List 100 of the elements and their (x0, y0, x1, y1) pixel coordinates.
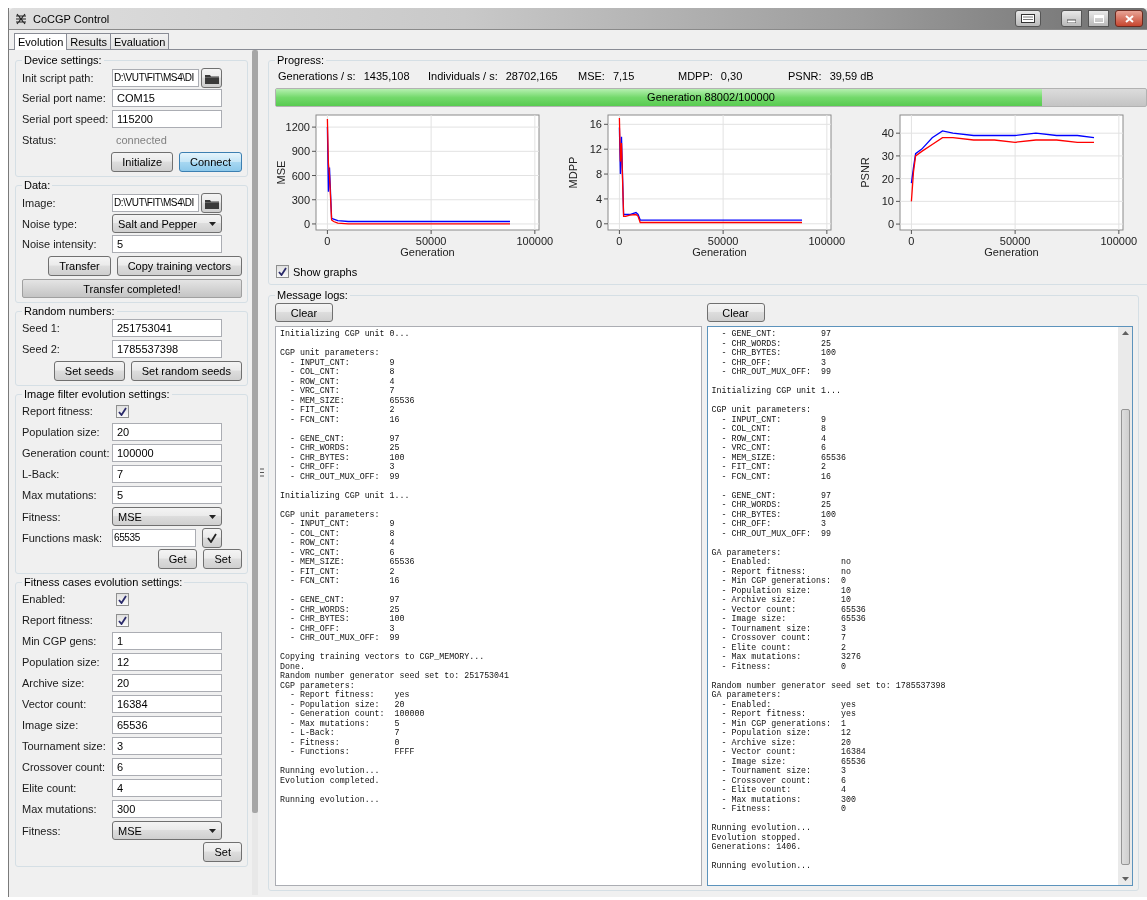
log-line: Random number generator seed set to: 1785537398 (711, 680, 947, 690)
button[interactable]: Copy training vectors (116, 256, 242, 276)
field-label: L-Back: (22, 468, 61, 480)
field-label: Serial port name: (22, 92, 107, 104)
text-field[interactable]: 3 (112, 737, 222, 755)
text-field[interactable]: 115200 (112, 110, 222, 128)
text-field[interactable]: 12 (112, 653, 222, 671)
log-line: - Min CGP generations: 1 (720, 718, 847, 728)
log-line: - CHR_BYTES: 100 (720, 509, 837, 519)
log-line: - Image size: 65536 (720, 756, 867, 766)
stat-label: MSE: (578, 70, 605, 82)
text-field[interactable]: 20 (112, 674, 222, 692)
field-label: Tournament size: (22, 740, 107, 752)
button[interactable]: Transfer (48, 256, 111, 276)
text-field[interactable]: 65536 (112, 716, 222, 734)
tick-label: 20 (881, 172, 894, 185)
log-line: - CHR_BYTES: 100 (288, 452, 406, 462)
tick-label: 1200 (285, 121, 310, 134)
text-field[interactable]: 4 (112, 779, 222, 797)
stat-label: MDPP: (678, 70, 713, 82)
dropdown[interactable]: Salt and Pepper (112, 214, 222, 233)
log-line: Initializing CGP unit 1... (711, 386, 842, 396)
button[interactable]: Set (203, 549, 242, 569)
tick-label: 0 (908, 235, 915, 247)
button[interactable]: Set (203, 842, 242, 862)
path-field[interactable]: D:\VUT\FIT\MS4\DI (112, 69, 199, 87)
clear-button[interactable]: Clear (275, 303, 333, 322)
text-field[interactable]: 16384 (112, 695, 222, 713)
field-label: Status: (22, 134, 58, 146)
log-line: GA parameters: (711, 547, 783, 557)
text-field[interactable]: 5 (112, 486, 222, 504)
tab[interactable]: Evolution (14, 33, 68, 50)
progress-text: Generation 88002/100000 (646, 91, 776, 103)
log-line: - CHR_OUT_MUX_OFF: 99 (720, 367, 832, 377)
tick-label: 0 (303, 217, 310, 230)
group-title: Random numbers: (23, 305, 116, 318)
stat-label: Individuals / s: (428, 70, 498, 82)
log-line: - CHR_WORDS: 25 (288, 443, 401, 453)
field-label: Noise type: (22, 217, 79, 230)
log-line: - Tournament size: 3 (720, 623, 847, 633)
button[interactable]: Initialize (111, 152, 173, 172)
log-line: - Vector count: 16384 (720, 747, 867, 757)
log-line: CGP unit parameters: (711, 405, 813, 415)
group-title: Image filter evolution settings: (23, 388, 171, 401)
stat-label: PSNR: (788, 70, 822, 82)
text-field[interactable]: 7 (112, 465, 222, 483)
log-line: - ROW_CNT: 4 (288, 538, 396, 548)
clear-button[interactable]: Clear (706, 303, 765, 322)
tick-label: 12 (589, 143, 602, 156)
tab[interactable]: Evaluation (109, 33, 170, 49)
log-line: - COL_CNT: 8 (288, 367, 396, 377)
dropdown[interactable]: MSE (112, 821, 222, 840)
field-label: Enabled: (22, 593, 67, 605)
log-line: - FIT_CNT: 2 (720, 462, 828, 472)
log-line: - ROW_CNT: 4 (288, 376, 396, 386)
log-line: - CHR_BYTES: 100 (288, 614, 406, 624)
log-line: - FCN_CNT: 16 (288, 414, 401, 424)
button[interactable]: Connect (179, 152, 242, 172)
tick-label: 50000 (415, 235, 447, 247)
field-label: Population size: (22, 656, 101, 668)
text-field[interactable]: 5 (112, 235, 222, 253)
log-line: - FCN_CNT: 16 (288, 576, 401, 586)
log-line: CGP parameters: (280, 680, 355, 690)
button[interactable]: Get (157, 549, 198, 569)
text-field[interactable]: 6 (112, 758, 222, 776)
tick-label: 10 (881, 195, 894, 208)
tick-label: 300 (291, 193, 310, 206)
log-line: - Crossover count: 7 (720, 633, 847, 643)
log-line: - Elite count: 2 (720, 642, 847, 652)
stat-value: 0,30 (720, 70, 743, 82)
group-title: Message logs: (276, 289, 349, 302)
text-field[interactable]: COM15 (112, 89, 222, 107)
log-line: - Max mutations: 3276 (720, 652, 862, 662)
log-line: Copying training vectors to CGP_MEMORY... (280, 652, 486, 662)
field-label: Seed 2: (22, 343, 61, 355)
log-line: Evolution completed. (280, 775, 381, 785)
field-label: Generation count: (22, 447, 111, 459)
text-field[interactable]: 1785537398 (112, 340, 222, 358)
log-line: - L-Back: 7 (288, 728, 401, 738)
log-line: - FIT_CNT: 2 (288, 405, 396, 415)
axis-label: Generation (692, 246, 747, 258)
path-field[interactable]: D:\VUT\FIT\MS4\DI (112, 194, 199, 212)
text-field[interactable]: 1 (112, 632, 222, 650)
dropdown[interactable]: MSE (112, 507, 222, 526)
button[interactable]: Set seeds (53, 361, 125, 381)
text-field[interactable]: 65535 (112, 529, 196, 547)
log-line: - MEM_SIZE: 65536 (720, 452, 847, 462)
log-line: - Fitness: 0 (720, 661, 847, 671)
log-line: - CHR_OUT_MUX_OFF: 99 (288, 633, 401, 643)
log-line: - MEM_SIZE: 65536 (288, 557, 416, 567)
text-field[interactable]: 300 (112, 800, 222, 818)
log-line: CGP unit parameters: (280, 509, 381, 519)
log-line: - FCN_CNT: 16 (720, 471, 832, 481)
field-label: Noise intensity: (22, 238, 98, 250)
tab[interactable]: Results (66, 33, 111, 49)
text-field[interactable]: 251753041 (112, 319, 222, 337)
text-field[interactable]: 20 (112, 423, 222, 441)
button[interactable]: Set random seeds (130, 361, 242, 381)
text-field[interactable]: 100000 (112, 444, 222, 462)
log-line: CGP unit parameters: (280, 348, 381, 358)
